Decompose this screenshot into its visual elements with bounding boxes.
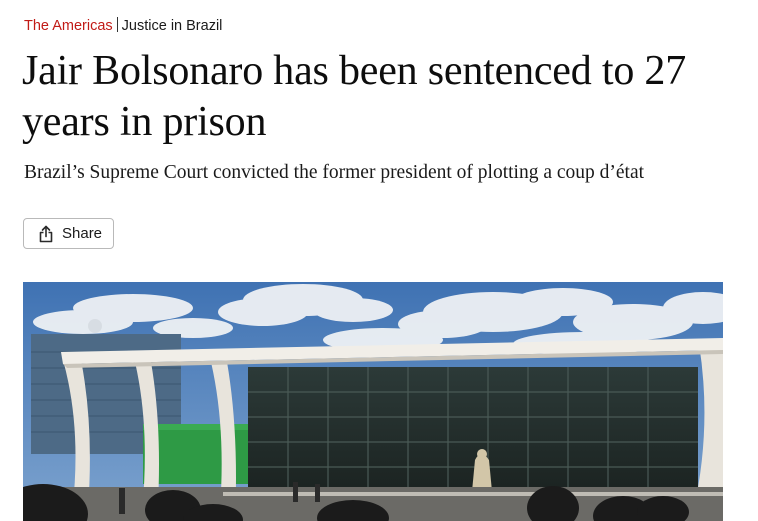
share-button-label: Share — [62, 225, 103, 242]
share-button[interactable]: Share — [23, 218, 114, 249]
breadcrumb-topic-link[interactable]: Justice in Brazil — [122, 18, 223, 34]
article-headline: Jair Bolsonaro has been sentenced to 27 … — [22, 48, 687, 145]
breadcrumb: The Americas Justice in Brazil — [24, 16, 222, 36]
hero-image — [23, 282, 723, 521]
share-icon — [38, 225, 54, 243]
supreme-court-photo — [23, 282, 723, 521]
breadcrumb-separator — [116, 17, 118, 32]
article-standfirst: Brazil’s Supreme Court convicted the for… — [24, 162, 645, 183]
breadcrumb-section-link[interactable]: The Americas — [24, 18, 113, 34]
